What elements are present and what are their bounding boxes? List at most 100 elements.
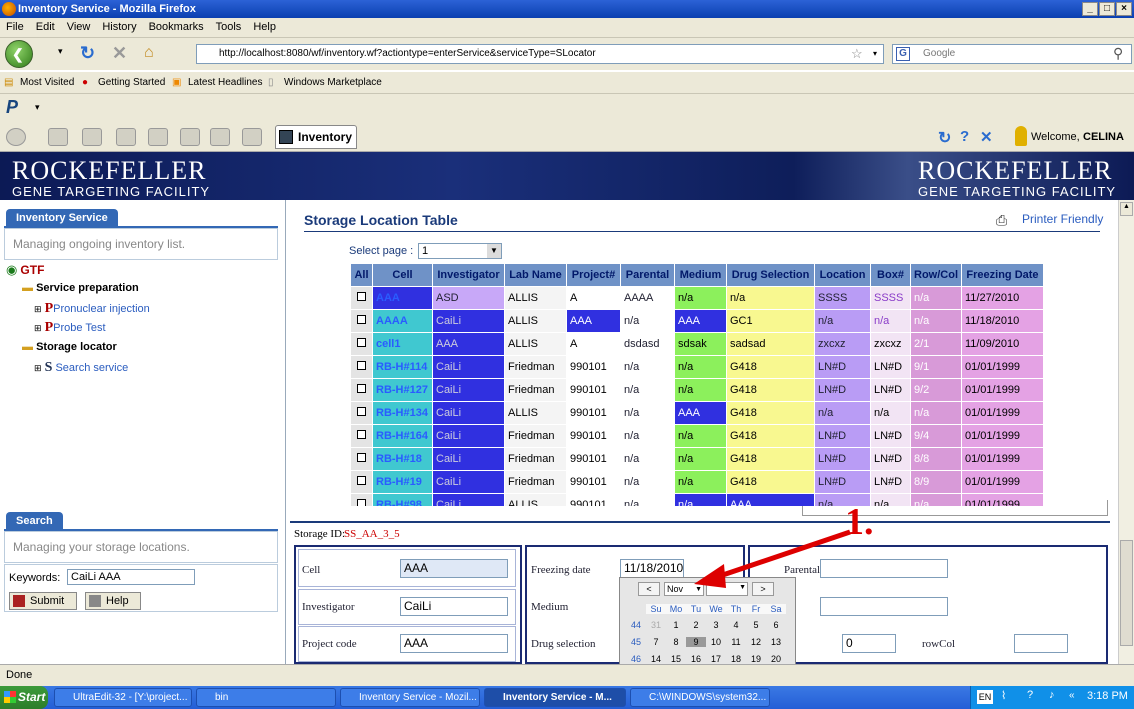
task-bin[interactable]: bin (196, 688, 336, 707)
investigator-input[interactable]: CaiLi (400, 597, 508, 616)
column-header[interactable]: Lab Name (504, 263, 567, 287)
column-header[interactable]: Medium (674, 263, 727, 287)
url-dropdown-icon[interactable]: ▾ (873, 45, 877, 63)
calendar-day[interactable]: 11 (726, 637, 746, 647)
row-checkbox[interactable] (357, 315, 366, 324)
project-code-input[interactable]: AAA (400, 634, 508, 653)
page-vertical-scrollbar[interactable]: ▲ (1118, 200, 1134, 664)
table-row[interactable]: RB-H#164 CaiLi Friedman 990101 n/a n/a G418 LN#… (350, 424, 1044, 448)
select-page-dropdown[interactable]: 1 ▼ (418, 243, 502, 259)
pipette-icon[interactable] (48, 128, 68, 146)
bookmark-star-icon[interactable]: ☆ (851, 45, 863, 63)
table-row[interactable]: cell1 AAA ALLIS Adsdasd sdsak sadsad zxcxz zxcx… (350, 332, 1044, 356)
expand-icon[interactable]: ⊞ (34, 323, 42, 333)
calendar-day[interactable]: 10 (706, 637, 726, 647)
calendar-day[interactable]: 8 (666, 637, 686, 647)
prev-month-button[interactable]: < (638, 582, 660, 596)
info-icon[interactable] (6, 128, 26, 146)
row-checkbox[interactable] (357, 453, 366, 462)
table-row[interactable]: RB-H#127 CaiLi Friedman 990101 n/a n/a G418 LN#… (350, 378, 1044, 402)
task-ultraedit[interactable]: UltraEdit-32 - [Y:\project... (54, 688, 192, 707)
rowcol-input[interactable] (1014, 634, 1068, 653)
row-checkbox[interactable] (357, 430, 366, 439)
paypal-dropdown-icon[interactable]: ▾ (35, 102, 40, 113)
volume-icon[interactable]: ♪ (1049, 689, 1055, 701)
column-header[interactable]: Freezing Date (961, 263, 1044, 287)
menu-bookmarks[interactable]: Bookmarks (143, 18, 210, 36)
bookmark-latest-headlines[interactable]: Latest Headlines (188, 77, 263, 88)
table-row[interactable]: RB-H#114 CaiLi Friedman 990101 n/a n/a G418 LN#… (350, 355, 1044, 379)
table-cell[interactable]: RB-H#18 (372, 447, 433, 471)
expand-icon[interactable]: ⊞ (34, 304, 42, 314)
row-checkbox[interactable] (357, 407, 366, 416)
phone-icon[interactable] (82, 128, 102, 146)
row-checkbox[interactable] (357, 361, 366, 370)
tree-pronuclear-injection[interactable]: ⊞ PPronuclear injection (34, 301, 150, 317)
row-checkbox[interactable] (357, 292, 366, 301)
table-row[interactable]: RB-H#18 CaiLi Friedman 990101 n/a n/a G418 LN#D… (350, 447, 1044, 471)
calendar-day[interactable]: 5 (746, 620, 766, 630)
column-header[interactable]: Investigator (432, 263, 505, 287)
column-header[interactable]: Location (814, 263, 871, 287)
bookmark-most-visited[interactable]: Most Visited (20, 77, 74, 88)
expand-tray-icon[interactable]: « (1069, 690, 1075, 701)
table-cell[interactable]: RB-H#127 (372, 378, 433, 402)
box-icon[interactable] (242, 128, 262, 146)
calendar-day[interactable]: 31 (646, 620, 666, 630)
scroll-thumb[interactable] (1120, 540, 1133, 646)
printer-friendly-link[interactable]: Printer Friendly (1022, 212, 1103, 226)
inventory-service-tab[interactable]: Inventory Service (6, 209, 118, 227)
reload-icon[interactable]: ↻ (80, 43, 95, 64)
help-icon[interactable]: ? (960, 128, 969, 145)
table-cell[interactable]: RB-H#134 (372, 401, 433, 425)
table-cell[interactable]: RB-H#19 (372, 470, 433, 494)
bookmark-windows-marketplace[interactable]: Windows Marketplace (284, 77, 382, 88)
expand-icon[interactable]: ⊞ (34, 363, 42, 373)
column-header[interactable]: Cell (372, 263, 433, 287)
tree-storage-locator[interactable]: ▬ Storage locator (22, 341, 117, 353)
bookmark-getting-started[interactable]: Getting Started (98, 77, 165, 88)
table-row[interactable]: RB-H#134 CaiLi ALLIS 990101 n/a AAA G418 n/a n/a… (350, 401, 1044, 425)
photo-icon[interactable] (116, 128, 136, 146)
calendar-day[interactable]: 16 (686, 654, 706, 664)
task-cmd[interactable]: C:\WINDOWS\system32... (630, 688, 770, 707)
table-cell[interactable]: RB-H#114 (372, 355, 433, 379)
calendar-day[interactable]: 15 (666, 654, 686, 664)
column-header[interactable]: All (350, 263, 373, 287)
cell-input[interactable]: AAA (400, 559, 508, 578)
row-checkbox[interactable] (357, 338, 366, 347)
calendar-day[interactable]: 2 (686, 620, 706, 630)
paypal-icon[interactable]: P (6, 97, 18, 118)
column-header[interactable]: Box# (870, 263, 911, 287)
search-input[interactable]: G Google ⚲ (892, 44, 1132, 64)
glove-icon[interactable] (148, 128, 168, 146)
menu-view[interactable]: View (61, 18, 97, 36)
table-row[interactable]: AAA ASD ALLIS A AAAA n/a n/a SSSS SSSS n/a 11/27/2… (350, 286, 1044, 310)
quantity-input[interactable]: 0 (842, 634, 896, 653)
calendar-day[interactable]: 3 (706, 620, 726, 630)
menu-help[interactable]: Help (247, 18, 282, 36)
home-icon[interactable]: ⌂ (144, 44, 154, 62)
table-cell[interactable]: AAA (372, 286, 433, 310)
start-button[interactable]: Start (0, 686, 48, 709)
search-icon[interactable]: ⚲ (1113, 44, 1123, 62)
column-header[interactable]: Drug Selection (726, 263, 815, 287)
stop-icon[interactable]: ✕ (112, 43, 127, 64)
submit-button[interactable]: Submit (9, 592, 77, 610)
printer-icon[interactable]: ⎙ (996, 212, 1007, 229)
scroll-up-icon[interactable]: ▲ (1120, 202, 1133, 216)
close-icon[interactable]: ✕ (980, 128, 993, 146)
table-cell[interactable]: cell1 (372, 332, 433, 356)
calendar-day[interactable]: 14 (646, 654, 666, 664)
column-header[interactable]: Project# (566, 263, 621, 287)
help-button[interactable]: Help (85, 592, 141, 610)
calendar-day[interactable]: 9 (686, 637, 706, 647)
language-indicator[interactable]: EN (977, 690, 993, 704)
calendar-day[interactable]: 1 (666, 620, 686, 630)
tab-inventory[interactable]: Inventory (275, 125, 357, 149)
keywords-input[interactable]: CaiLi AAA (67, 569, 195, 585)
history-dropdown-icon[interactable]: ▾ (58, 46, 63, 57)
tree-service-preparation[interactable]: ▬ Service preparation (22, 282, 139, 294)
network-icon[interactable]: ⌇ (1001, 689, 1006, 702)
table-cell[interactable]: RB-H#164 (372, 424, 433, 448)
